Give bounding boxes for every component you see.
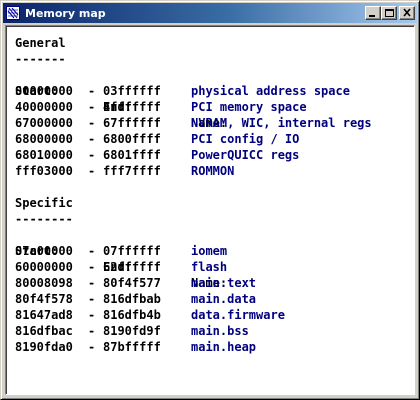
- region-end-address: 87bfffff: [103, 340, 161, 354]
- region-end-address: 67ffffff: [103, 116, 161, 130]
- memory-map-icon[interactable]: [5, 5, 21, 21]
- range-separator: -: [88, 84, 96, 98]
- region-start-address: 80f4f578: [15, 292, 73, 306]
- memory-region-row: 40000000 -4fffffff PCI memory space: [15, 99, 307, 115]
- region-start-address: 40000000: [15, 100, 73, 114]
- region-start-address: 00000000: [15, 84, 73, 98]
- region-name: flash: [191, 260, 228, 274]
- region-name: iomem: [191, 244, 228, 258]
- region-end-address: 8190fd9f: [103, 324, 161, 338]
- region-name: data.firmware: [191, 308, 285, 322]
- region-start-address: fff03000: [15, 164, 73, 178]
- range-separator: -: [88, 116, 96, 130]
- close-icon: [403, 8, 411, 17]
- general-heading: General: [15, 36, 66, 50]
- range-separator: -: [88, 244, 96, 258]
- region-end-address: 62ffffff: [103, 260, 161, 274]
- region-end-address: 816dfb4b: [103, 308, 161, 322]
- close-button[interactable]: [399, 6, 415, 20]
- memory-region-row: 816dfbac -8190fd9f main.bss: [15, 323, 249, 339]
- general-rows: 00000000-03ffffff physical address space 4…: [15, 83, 372, 179]
- region-start-address: 68010000: [15, 148, 73, 162]
- memory-region-row: 67000000 -67ffffff NVRAM, WIC, internal re…: [15, 115, 372, 131]
- range-separator: -: [88, 100, 96, 114]
- region-name: main.bss: [191, 324, 249, 338]
- region-name: main.data: [191, 292, 257, 306]
- region-start-address: 67000000: [15, 116, 73, 130]
- region-start-address: 816dfbac: [15, 324, 73, 338]
- region-end-address: 816dfbab: [103, 292, 161, 306]
- minimize-button[interactable]: [365, 6, 381, 20]
- memory-region-row: 8190fda0 -87bfffff main.heap: [15, 339, 256, 355]
- general-underline: -------: [15, 52, 66, 66]
- range-separator: -: [88, 308, 96, 322]
- region-end-address: 03ffffff: [103, 84, 161, 98]
- region-end-address: 6800ffff: [103, 132, 161, 146]
- specific-underline: --------: [15, 212, 73, 226]
- memory-map-content: General ------- Start: End: Name: 000000…: [15, 35, 372, 355]
- region-end-address: 80f4f577: [103, 276, 161, 290]
- range-separator: -: [88, 324, 96, 338]
- maximize-icon: [385, 9, 394, 17]
- region-end-address: 4fffffff: [103, 100, 161, 114]
- region-name: physical address space: [191, 84, 350, 98]
- region-name: ROMMON: [191, 164, 235, 178]
- maximize-button[interactable]: [381, 6, 397, 20]
- range-separator: -: [88, 148, 96, 162]
- window-title: Memory map: [25, 6, 106, 20]
- region-start-address: 68000000: [15, 132, 73, 146]
- region-start-address: 8190fda0: [15, 340, 73, 354]
- region-name: PowerQUICC regs: [191, 148, 300, 162]
- memory-region-row: 80008098 -80f4f577 main.text: [15, 275, 256, 291]
- memory-region-row: 60000000 -62ffffff flash: [15, 259, 227, 275]
- memory-region-row: 00000000 -03ffffff physical address space: [15, 83, 350, 99]
- region-name: main.text: [191, 276, 257, 290]
- memory-region-row: 81647ad8 -816dfb4b data.firmware: [15, 307, 285, 323]
- range-separator: -: [88, 132, 96, 146]
- region-end-address: fff7ffff: [103, 164, 161, 178]
- region-start-address: 60000000: [15, 260, 73, 274]
- region-name: main.heap: [191, 340, 257, 354]
- specific-column-headers: Start: End: Name:: [15, 227, 227, 290]
- memory-region-row: 80f4f578 -816dfbab main.data: [15, 291, 256, 307]
- memory-region-row: 68010000 -6801ffff PowerQUICC regs: [15, 147, 299, 163]
- range-separator: -: [88, 292, 96, 306]
- memory-region-row: fff03000 - fff7ffff ROMMON: [15, 163, 234, 179]
- range-separator: -: [88, 340, 96, 354]
- title-bar[interactable]: Memory map: [3, 3, 417, 23]
- general-column-headers: Start: End: Name:: [15, 67, 227, 130]
- memory-map-window: Memory map General - - - - - -- Start: End: N…: [0, 0, 420, 400]
- region-name: PCI config / IO: [191, 132, 300, 146]
- region-name: NVRAM, WIC, internal regs: [191, 116, 372, 130]
- range-separator: -: [88, 276, 96, 290]
- minimize-icon: [369, 15, 375, 17]
- specific-heading: Specific: [15, 196, 73, 210]
- range-separator: -: [88, 260, 96, 274]
- region-start-address: 80008098: [15, 276, 73, 290]
- specific-rows: 07c00000-07ffffff iomem 60000000-62ffffff f…: [15, 243, 285, 355]
- region-start-address: 07c00000: [15, 244, 73, 258]
- region-start-address: 81647ad8: [15, 308, 73, 322]
- memory-map-text-area[interactable]: General ------- Start: End: Name: 000000…: [5, 25, 415, 395]
- region-end-address: 6801ffff: [103, 148, 161, 162]
- memory-region-row: 07c00000 -07ffffff iomem: [15, 243, 227, 259]
- range-separator: -: [88, 164, 96, 178]
- memory-region-row: 68000000 -6800ffff PCI config / IO: [15, 131, 299, 147]
- region-end-address: 07ffffff: [103, 244, 161, 258]
- region-name: PCI memory space: [191, 100, 307, 114]
